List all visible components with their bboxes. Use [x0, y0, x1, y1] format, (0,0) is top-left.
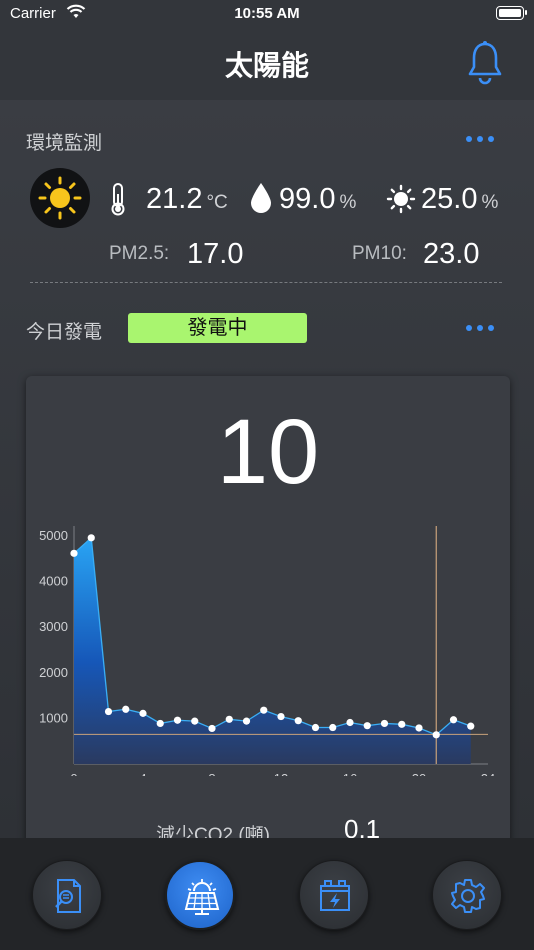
section-divider [30, 282, 502, 283]
bell-icon[interactable] [466, 40, 504, 86]
tab-battery[interactable] [299, 860, 369, 930]
data-point-21 [432, 731, 440, 739]
y-tick-label-5000: 5000 [39, 528, 68, 543]
environment-section-title: 環境監測 [26, 133, 103, 154]
humidity-value: 99.0 [279, 183, 336, 215]
thermometer-icon [111, 183, 125, 216]
data-point-7 [191, 717, 199, 725]
status-badge: 發電中 [128, 313, 307, 343]
generation-card: 10 0481216202410002000300040005000 減少CO2… [26, 376, 510, 856]
droplet-icon [251, 183, 271, 213]
pm10-value: 23.0 [423, 238, 480, 270]
data-point-6 [173, 716, 182, 724]
x-tick-label-0: 0 [70, 771, 77, 776]
light-reading: 25.0% [421, 183, 498, 216]
sun-icon [38, 176, 82, 220]
solar-panel-icon [184, 879, 220, 915]
x-tick-label-4: 4 [139, 771, 146, 776]
report-search-icon [55, 879, 81, 913]
data-point-15 [329, 723, 337, 732]
data-point-18 [380, 719, 389, 728]
y-tick-label-2000: 2000 [39, 665, 68, 680]
data-point-1 [87, 534, 95, 542]
light-value: 25.0 [421, 183, 478, 215]
y-tick-label-3000: 3000 [39, 619, 68, 634]
weather-indicator [30, 168, 90, 228]
humidity-reading: 99.0% [279, 183, 356, 216]
data-point-19 [398, 720, 406, 728]
pm10-label: PM10: [352, 243, 407, 264]
x-tick-label-8: 8 [208, 771, 215, 776]
page-title: 太陽能 [224, 50, 309, 81]
tab-settings[interactable] [432, 860, 502, 930]
series-line [73, 536, 471, 736]
data-point-14 [311, 723, 320, 732]
data-point-3 [122, 705, 130, 713]
light-unit: % [481, 192, 499, 213]
generation-chart: 0 4 8 12 16 20 24 1000 2000 3000 4000 5000 [39, 526, 495, 776]
generation-section-title: 今日發電 [26, 322, 103, 343]
nav-bar: 太陽能 [0, 28, 534, 100]
tab-bar [0, 838, 534, 950]
clock: 10:55 AM [234, 5, 300, 22]
data-point-20 [415, 724, 423, 732]
data-point-5 [156, 719, 164, 728]
data-point-12 [277, 712, 285, 721]
data-point-17 [363, 722, 371, 730]
data-point-22 [449, 716, 458, 724]
battery-charge-icon [320, 880, 350, 911]
pm25-label: PM2.5: [109, 243, 170, 264]
data-point-16 [346, 718, 354, 727]
y-tick-label-1000: 1000 [39, 710, 68, 725]
status-bar: Carrier 10:55 AM [0, 0, 534, 28]
brightness-icon [386, 184, 416, 214]
data-point-4 [139, 709, 147, 717]
x-tick-label-24: 24 [481, 771, 495, 776]
series-area [74, 537, 471, 764]
tab-solar[interactable] [165, 860, 235, 930]
tab-report[interactable] [32, 860, 102, 930]
data-point-11 [260, 706, 268, 714]
data-point-8 [208, 724, 216, 733]
data-point-13 [294, 717, 302, 725]
environment-more-button[interactable] [466, 136, 494, 142]
humidity-unit: % [339, 192, 357, 213]
generation-more-button[interactable] [466, 325, 494, 331]
temperature-value: 21.2 [146, 183, 203, 215]
x-tick-label-12: 12 [274, 771, 288, 776]
data-point-10 [242, 717, 251, 725]
y-tick-label-4000: 4000 [39, 574, 68, 589]
data-point-0 [70, 549, 78, 557]
x-tick-label-16: 16 [343, 771, 357, 776]
current-generation-value: 10 [216, 401, 320, 503]
pm25-value: 17.0 [187, 238, 244, 270]
x-tick-label-20: 20 [412, 771, 426, 776]
data-point-2 [104, 707, 113, 716]
data-point-9 [225, 715, 233, 723]
battery-indicator-icon [496, 6, 527, 20]
gear-icon [451, 879, 485, 913]
main-content: 環境監測 21.2 °C 99.0% 25.0 % PM2.5: 17.0 PM… [0, 100, 534, 856]
temperature-reading: 21.2 °C [146, 183, 228, 216]
temperature-unit: °C [206, 192, 228, 213]
data-point-23 [467, 722, 475, 730]
